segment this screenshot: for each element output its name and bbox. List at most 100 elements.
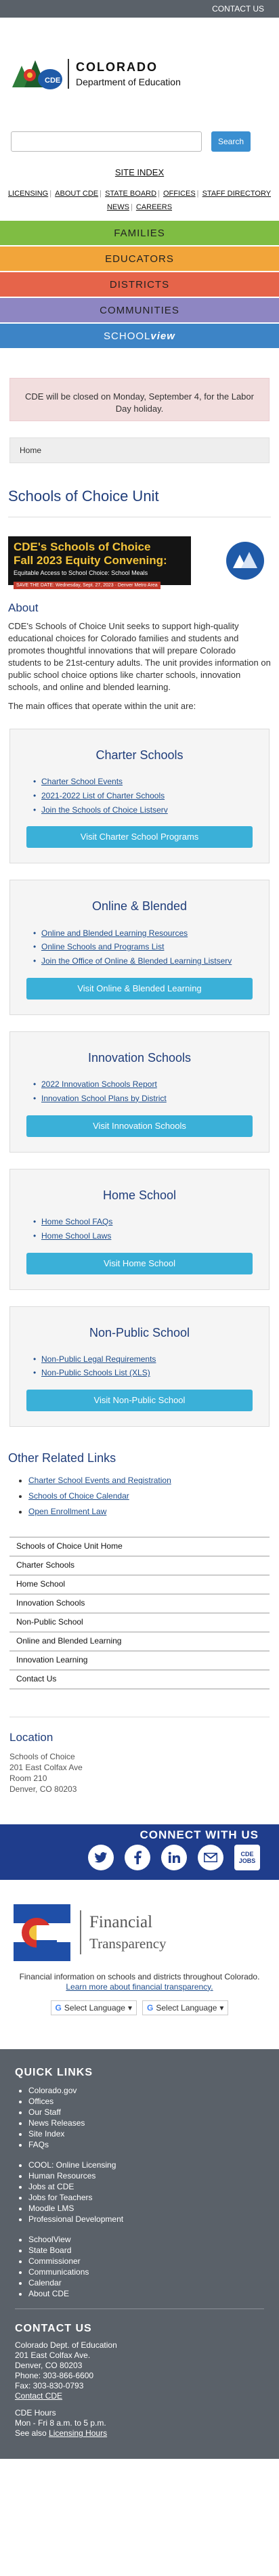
contact-line: Phone: 303-866-6600: [15, 2371, 94, 2381]
online-link-listserv[interactable]: Join the Office of Online & Blended Lear…: [41, 956, 232, 966]
location-line: Room 210: [9, 1773, 47, 1783]
footer-link-calendar[interactable]: Calendar: [28, 2278, 62, 2288]
page-title: Schools of Choice Unit: [8, 486, 271, 517]
footer-link-pd[interactable]: Professional Development: [28, 2214, 123, 2224]
location-heading: Location: [9, 1730, 53, 1744]
subnav-unit-home[interactable]: Schools of Choice Unit Home: [9, 1538, 270, 1557]
util-link-licensing[interactable]: LICENSING: [7, 190, 49, 198]
card-title: Charter Schools: [95, 748, 184, 762]
list-item: Jobs at CDE: [28, 2181, 264, 2192]
hours-line: Mon - Fri 8 a.m. to 5 p.m.: [15, 2418, 106, 2428]
footer-link-offices[interactable]: Offices: [28, 2097, 53, 2106]
email-icon[interactable]: [198, 1844, 223, 1870]
footer-link-site-index[interactable]: Site Index: [28, 2129, 64, 2139]
footer-link-colorado-gov[interactable]: Colorado.gov: [28, 2086, 77, 2095]
util-link-careers[interactable]: CAREERS: [135, 203, 173, 211]
home-link-faqs[interactable]: Home School FAQs: [41, 1217, 112, 1226]
search-input[interactable]: [11, 131, 202, 152]
linkedin-icon[interactable]: [161, 1844, 187, 1870]
cde-logo-icon[interactable]: CDE: [9, 53, 64, 94]
innovation-link-report[interactable]: 2022 Innovation Schools Report: [41, 1079, 157, 1089]
nonpublic-link-list[interactable]: Non-Public Schools List (XLS): [41, 1368, 150, 1377]
charter-link-list[interactable]: 2021-2022 List of Charter Schools: [41, 791, 165, 800]
visit-innovation-button[interactable]: Visit Innovation Schools: [26, 1115, 253, 1137]
charter-link-listserv[interactable]: Join the Schools of Choice Listserv: [41, 805, 168, 815]
card-title: Innovation Schools: [87, 1050, 192, 1065]
nav-families[interactable]: FAMILIES: [0, 221, 279, 246]
language-selectors: G Select Language ▾ G Select Language ▾: [0, 2000, 279, 2016]
footer-link-our-staff[interactable]: Our Staff: [28, 2107, 61, 2117]
list-item: Open Enrollment Law: [28, 1506, 271, 1518]
subnav-contact-us[interactable]: Contact Us: [9, 1671, 270, 1690]
footer-link-news-releases[interactable]: News Releases: [28, 2118, 85, 2128]
subnav-charter-schools[interactable]: Charter Schools: [9, 1557, 270, 1576]
util-link-staff-directory[interactable]: STAFF DIRECTORY: [201, 190, 272, 198]
financial-transparency-logo[interactable]: Financial Transparency: [14, 1904, 265, 1961]
nonpublic-link-legal[interactable]: Non-Public Legal Requirements: [41, 1354, 156, 1364]
visit-non-public-button[interactable]: Visit Non-Public School: [26, 1390, 253, 1412]
site-index-link[interactable]: SITE INDEX: [115, 167, 164, 177]
nav-schoolview[interactable]: SCHOOL view: [0, 324, 279, 349]
footer-link-hr[interactable]: Human Resources: [28, 2171, 95, 2181]
footer-link-commissioner[interactable]: Commissioner: [28, 2256, 81, 2266]
footer-link-schoolview[interactable]: SchoolView: [28, 2235, 70, 2244]
search-bar: Search: [0, 104, 279, 152]
contact-cde-link[interactable]: Contact CDE: [15, 2391, 62, 2401]
footer-link-communications[interactable]: Communications: [28, 2267, 89, 2277]
nav-educators[interactable]: EDUCATORS: [0, 246, 279, 272]
list-item: Commissioner: [28, 2256, 264, 2267]
subnav-non-public-school[interactable]: Non-Public School: [9, 1614, 270, 1633]
charter-link-events[interactable]: Charter School Events: [41, 777, 123, 786]
subnav-innovation-learning[interactable]: Innovation Learning: [9, 1652, 270, 1671]
ft-line-2: Transparency: [89, 1935, 167, 1952]
list-item: COOL: Online Licensing: [28, 2160, 264, 2170]
subnav-online-blended[interactable]: Online and Blended Learning: [9, 1633, 270, 1652]
language-select-1[interactable]: G Select Language ▾: [50, 2000, 137, 2016]
contact-us-link[interactable]: CONTACT US: [212, 3, 264, 15]
other-link-events[interactable]: Charter School Events and Registration: [28, 1476, 171, 1485]
subnav-innovation-schools[interactable]: Innovation Schools: [9, 1595, 270, 1614]
visit-home-school-button[interactable]: Visit Home School: [26, 1252, 253, 1274]
footer-link-faqs[interactable]: FAQs: [28, 2140, 49, 2149]
location-line: Schools of Choice: [9, 1751, 75, 1761]
quick-links-group-2: COOL: Online Licensing Human Resources J…: [15, 2160, 264, 2225]
facebook-icon[interactable]: [125, 1844, 150, 1870]
equity-convening-banner-image[interactable]: CDE's Schools of Choice Fall 2023 Equity…: [8, 536, 191, 590]
online-link-list[interactable]: Online Schools and Programs List: [41, 942, 164, 951]
other-link-calendar[interactable]: Schools of Choice Calendar: [28, 1491, 129, 1501]
footer-link-state-board[interactable]: State Board: [28, 2246, 71, 2255]
online-link-resources[interactable]: Online and Blended Learning Resources: [41, 928, 188, 938]
visit-online-button[interactable]: Visit Online & Blended Learning: [26, 977, 253, 1000]
visit-charter-button[interactable]: Visit Charter School Programs: [26, 826, 253, 849]
footer-link-about-cde[interactable]: About CDE: [28, 2289, 69, 2298]
nav-communities[interactable]: COMMUNITIES: [0, 298, 279, 323]
util-link-news[interactable]: NEWS: [106, 203, 131, 211]
cde-seal-icon: [226, 541, 264, 580]
list-item: Our Staff: [28, 2107, 264, 2118]
footer-link-moodle[interactable]: Moodle LMS: [28, 2204, 74, 2213]
licensing-hours-link[interactable]: Licensing Hours: [49, 2428, 107, 2438]
other-link-open-enrollment[interactable]: Open Enrollment Law: [28, 1507, 106, 1516]
subnav-home-school[interactable]: Home School: [9, 1576, 270, 1595]
breadcrumb-home[interactable]: Home: [20, 445, 41, 456]
language-select-2[interactable]: G Select Language ▾: [142, 2000, 229, 2016]
util-link-about[interactable]: ABOUT CDE: [53, 190, 100, 198]
home-link-laws[interactable]: Home School Laws: [41, 1231, 111, 1241]
section-subnav: Schools of Choice Unit Home Charter Scho…: [9, 1536, 270, 1690]
util-link-offices[interactable]: OFFICES: [162, 190, 197, 198]
search-button[interactable]: Search: [211, 131, 251, 152]
footer-link-jobs-cde[interactable]: Jobs at CDE: [28, 2182, 74, 2191]
other-links-heading: Other Related Links: [8, 1451, 116, 1465]
financial-learn-more-link[interactable]: Learn more about financial transparency.: [66, 1982, 213, 1992]
twitter-icon[interactable]: [88, 1844, 114, 1870]
footer-link-cool[interactable]: COOL: Online Licensing: [28, 2160, 116, 2170]
innovation-link-plans[interactable]: Innovation School Plans by District: [41, 1094, 167, 1103]
site-header: CDE COLORADO Department of Education: [0, 18, 279, 104]
util-link-state-board[interactable]: STATE BOARD: [104, 190, 158, 198]
cde-jobs-icon[interactable]: CDE JOBS: [234, 1844, 260, 1870]
brand-text: COLORADO Department of Education: [68, 58, 181, 89]
jobs-text-a: CDE: [240, 1850, 254, 1858]
footer-link-jobs-teachers[interactable]: Jobs for Teachers: [28, 2193, 93, 2202]
card-title: Online & Blended: [91, 899, 188, 914]
nav-districts[interactable]: DISTRICTS: [0, 272, 279, 297]
